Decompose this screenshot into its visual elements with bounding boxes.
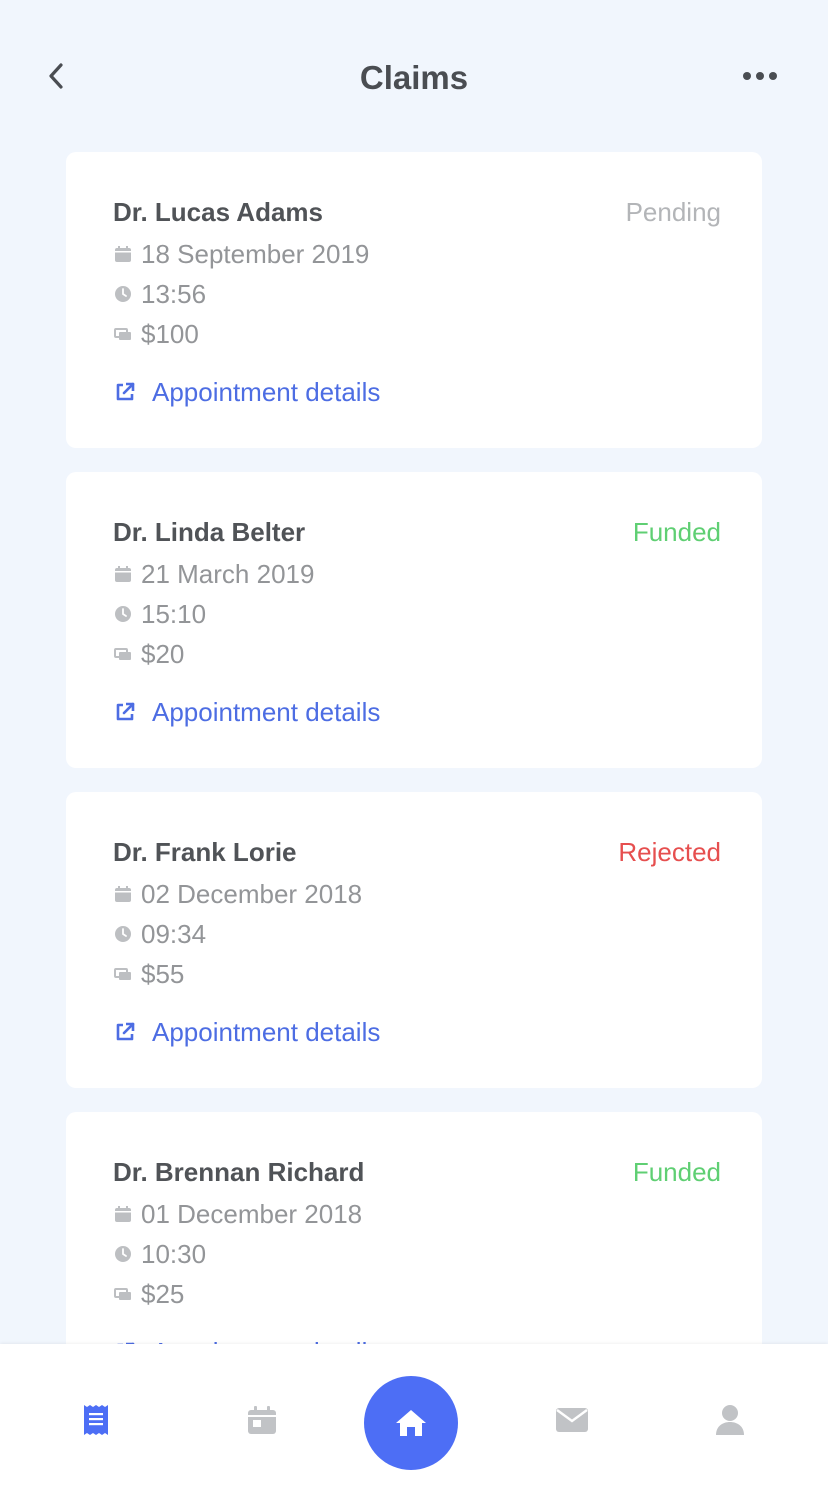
- doctor-name: Dr. Lucas Adams: [113, 197, 324, 227]
- claim-amount: $100: [113, 318, 199, 350]
- calendar-icon: [113, 244, 133, 264]
- clock-icon: [113, 924, 133, 944]
- tab-claims[interactable]: [76, 1400, 116, 1440]
- appointment-details-label: Appointment details: [152, 696, 381, 727]
- external-link-icon: [113, 1020, 137, 1044]
- claim-amount-text: $20: [141, 638, 185, 669]
- tab-messages[interactable]: [552, 1400, 592, 1440]
- claim-date: 18 September 2019: [113, 238, 369, 270]
- claim-date-text: 18 September 2019: [141, 238, 370, 269]
- claim-date-text: 21 March 2019: [141, 558, 315, 589]
- claim-time: 15:10: [113, 598, 206, 630]
- claim-date: 02 December 2018: [113, 878, 362, 910]
- claim-time-text: 13:56: [141, 278, 207, 309]
- claim-card: Dr. Linda Belter Funded 21 March 2019 15…: [66, 472, 762, 768]
- doctor-name: Dr. Linda Belter: [113, 517, 306, 547]
- appointment-details-link[interactable]: Appointment details: [113, 1016, 380, 1048]
- header: Claims: [0, 0, 828, 152]
- mail-icon: [556, 1408, 588, 1432]
- clock-icon: [113, 1244, 133, 1264]
- money-icon: [113, 964, 133, 984]
- home-button[interactable]: [364, 1376, 458, 1470]
- claim-amount-text: $55: [141, 958, 185, 989]
- clock-icon: [113, 284, 133, 304]
- tab-profile[interactable]: [710, 1400, 750, 1440]
- calendar-icon: [248, 1406, 276, 1434]
- claim-amount: $55: [113, 958, 184, 990]
- more-options-button[interactable]: [738, 58, 782, 94]
- calendar-icon: [113, 564, 133, 584]
- status-badge: Funded: [632, 1157, 721, 1187]
- calendar-icon: [113, 884, 133, 904]
- claim-time: 13:56: [113, 278, 206, 310]
- money-icon: [113, 1284, 133, 1304]
- claim-time-text: 09:34: [141, 918, 207, 949]
- bottom-tab-bar: [0, 1344, 828, 1498]
- claim-amount-text: $100: [141, 318, 199, 349]
- money-icon: [113, 324, 133, 344]
- claim-amount: $25: [113, 1278, 184, 1310]
- appointment-details-link[interactable]: Appointment details: [113, 696, 380, 728]
- claim-card: Dr. Lucas Adams Pending 18 September 201…: [66, 152, 762, 448]
- external-link-icon: [113, 700, 137, 724]
- status-badge: Rejected: [618, 837, 721, 867]
- appointment-details-label: Appointment details: [152, 1016, 381, 1047]
- claim-time-text: 10:30: [141, 1238, 207, 1269]
- claim-date-text: 02 December 2018: [141, 878, 363, 909]
- external-link-icon: [113, 380, 137, 404]
- clock-icon: [113, 604, 133, 624]
- claim-date-text: 01 December 2018: [141, 1198, 363, 1229]
- claim-time-text: 15:10: [141, 598, 207, 629]
- calendar-icon: [113, 1204, 133, 1224]
- claim-amount: $20: [113, 638, 184, 670]
- page-title: Claims: [359, 59, 469, 96]
- user-icon: [716, 1405, 744, 1435]
- receipt-icon: [84, 1405, 108, 1435]
- claim-date: 01 December 2018: [113, 1198, 362, 1230]
- doctor-name: Dr. Frank Lorie: [113, 837, 297, 867]
- money-icon: [113, 644, 133, 664]
- appointment-details-link[interactable]: Appointment details: [113, 376, 380, 408]
- appointment-details-label: Appointment details: [152, 376, 381, 407]
- tab-calendar[interactable]: [242, 1400, 282, 1440]
- claims-list: Dr. Lucas Adams Pending 18 September 201…: [66, 152, 762, 1432]
- home-icon: [396, 1410, 426, 1436]
- status-badge: Funded: [632, 517, 721, 547]
- claim-date: 21 March 2019: [113, 558, 314, 590]
- doctor-name: Dr. Brennan Richard: [113, 1157, 365, 1187]
- claim-time: 10:30: [113, 1238, 206, 1270]
- status-badge: Pending: [625, 197, 721, 227]
- claim-amount-text: $25: [141, 1278, 185, 1309]
- claim-time: 09:34: [113, 918, 206, 950]
- claim-card: Dr. Frank Lorie Rejected 02 December 201…: [66, 792, 762, 1088]
- more-horizontal-icon: [743, 72, 777, 80]
